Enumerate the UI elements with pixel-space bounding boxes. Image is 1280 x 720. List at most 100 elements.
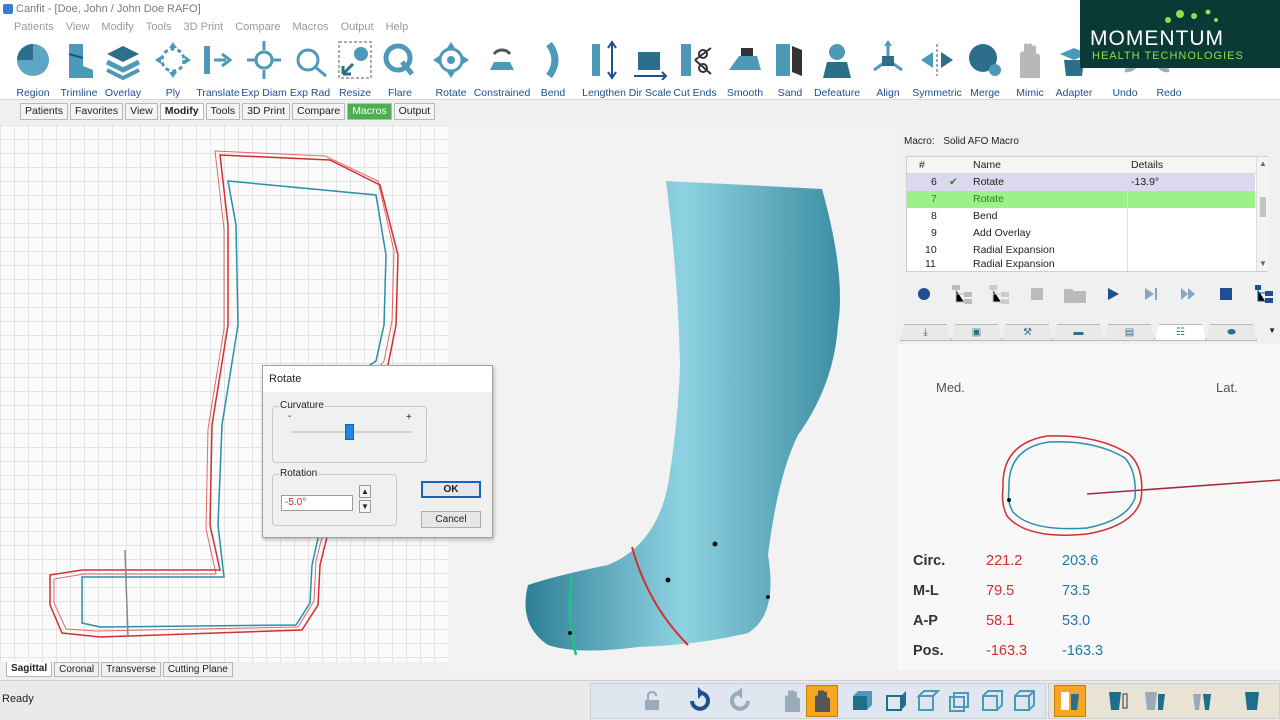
tab-output[interactable]: Output: [393, 103, 436, 120]
view-side-button[interactable]: [880, 685, 912, 717]
lock-button[interactable]: [636, 685, 668, 717]
menu-modify[interactable]: Modify: [95, 18, 139, 36]
tab-sagittal[interactable]: Sagittal: [6, 662, 53, 677]
defeature-tool-button[interactable]: Defeature: [814, 36, 860, 100]
tab-image[interactable]: ▣: [951, 324, 1002, 341]
menu-output[interactable]: Output: [335, 18, 380, 36]
menu-view[interactable]: View: [60, 18, 96, 36]
record-button[interactable]: [908, 278, 940, 310]
step-forward-button[interactable]: [1135, 278, 1167, 310]
macro-row[interactable]: 10 Radial Expansion: [907, 242, 1255, 259]
table-scrollbar[interactable]: ▲ ▼: [1256, 157, 1268, 271]
tab-tools[interactable]: ⚒: [1002, 324, 1053, 341]
macro-settings-button[interactable]: [1248, 278, 1280, 310]
exp-diam-tool-button[interactable]: Exp Diam: [241, 36, 287, 100]
ok-button[interactable]: OK: [421, 481, 481, 498]
tab-cutting-plane[interactable]: Cutting Plane: [162, 662, 233, 677]
macro-row[interactable]: 8 Bend: [907, 208, 1255, 225]
rotate-tool-button[interactable]: Rotate: [432, 36, 470, 100]
solid-view-button[interactable]: [1236, 685, 1268, 717]
mimic-tool-button[interactable]: Mimic: [1012, 36, 1048, 100]
macro-row[interactable]: 6 ✔ Rotate -13.9°: [907, 174, 1255, 191]
view-iso-button[interactable]: [1008, 685, 1040, 717]
shell-view-button[interactable]: [1100, 685, 1132, 717]
menu-compare[interactable]: Compare: [229, 18, 286, 36]
merge-tool-button[interactable]: Merge: [966, 36, 1004, 100]
rotate-cw-icon: [730, 687, 750, 711]
tab-landmark[interactable]: ⤓: [900, 324, 951, 341]
cross-section-view[interactable]: Med. Lat. Circ. 221.2 203.6 M-L 79.5 73.…: [897, 344, 1280, 670]
menu-tools[interactable]: Tools: [140, 18, 178, 36]
constrained-tool-button[interactable]: Constrained: [474, 36, 530, 100]
resize-tool-button[interactable]: Resize: [336, 36, 374, 100]
macro-row[interactable]: 9 Add Overlay: [907, 225, 1255, 242]
rotation-down-button[interactable]: ▼: [359, 500, 371, 513]
align-tool-button[interactable]: Align: [872, 36, 904, 100]
tab-transverse[interactable]: Transverse: [101, 662, 161, 677]
macro-row[interactable]: 11 Radial Expansion: [907, 259, 1255, 271]
cube-side-icon: [886, 691, 906, 711]
tab-section[interactable]: ⬬: [1206, 324, 1257, 341]
rotate-ccw-button[interactable]: [682, 685, 714, 717]
step-tree-button[interactable]: [946, 278, 978, 310]
rotate-cw-button[interactable]: [726, 685, 758, 717]
3d-model-view[interactable]: [448, 125, 894, 675]
tab-coronal[interactable]: Coronal: [54, 662, 100, 677]
smooth-tool-button[interactable]: Smooth: [726, 36, 764, 100]
tab-modify[interactable]: Modify: [159, 103, 204, 120]
cut-ends-tool-button[interactable]: Cut Ends: [673, 36, 717, 100]
open-folder-button[interactable]: [1059, 278, 1091, 310]
rotation-input[interactable]: -5.0°: [281, 495, 353, 511]
tab-3d-print[interactable]: 3D Print: [242, 103, 290, 120]
play-button[interactable]: [1097, 278, 1129, 310]
pan-button[interactable]: [776, 685, 808, 717]
exp-rad-tool-button[interactable]: Exp Rad: [290, 36, 330, 100]
overlay-tool-button[interactable]: Overlay: [104, 36, 142, 100]
region-tool-button[interactable]: Region: [14, 36, 52, 100]
menu-patients[interactable]: Patients: [8, 18, 60, 36]
tree-icon: [951, 285, 972, 304]
trimline-tool-button[interactable]: Trimline: [60, 36, 98, 100]
scroll-thumb[interactable]: [1260, 197, 1266, 217]
mold-view-button[interactable]: [1138, 685, 1170, 717]
tab-patients[interactable]: Patients: [20, 103, 68, 120]
macro-row-current[interactable]: 7 Rotate: [907, 191, 1255, 208]
translate-tool-button[interactable]: Translate: [196, 36, 240, 100]
step-tree-alt-button[interactable]: [984, 278, 1016, 310]
tab-box[interactable]: ▬: [1053, 324, 1104, 341]
overlay-view-button[interactable]: [1186, 685, 1218, 717]
tab-compare[interactable]: Compare: [292, 103, 346, 120]
sand-tool-button[interactable]: Sand: [774, 36, 806, 100]
display-mode-active-button[interactable]: [1054, 685, 1086, 717]
fast-forward-button[interactable]: [1173, 278, 1205, 310]
view-front-button[interactable]: [846, 685, 878, 717]
stop-disabled-button[interactable]: [1021, 278, 1053, 310]
overlay-icon: [105, 46, 141, 80]
rotation-up-button[interactable]: ▲: [359, 485, 371, 498]
menu-macros[interactable]: Macros: [287, 18, 335, 36]
view-top-button[interactable]: [912, 685, 944, 717]
cancel-button[interactable]: Cancel: [421, 511, 481, 528]
menu-help[interactable]: Help: [380, 18, 415, 36]
lengthen-tool-button[interactable]: Lengthen: [582, 36, 626, 100]
display-mode-icon: [1061, 692, 1079, 710]
tab-favorites[interactable]: Favorites: [69, 103, 124, 120]
select-hand-button[interactable]: [806, 685, 838, 717]
dir-scale-tool-button[interactable]: Dir Scale: [629, 36, 671, 100]
stop-button[interactable]: [1210, 278, 1242, 310]
tab-macro-active[interactable]: ☷: [1155, 324, 1206, 341]
ply-tool-button[interactable]: Ply: [154, 36, 192, 100]
curvature-slider-thumb[interactable]: [345, 424, 354, 440]
tab-view[interactable]: View: [125, 103, 158, 120]
menu-3d-print[interactable]: 3D Print: [178, 18, 230, 36]
tabs-dropdown-icon[interactable]: ▼: [1268, 326, 1276, 335]
view-left-button[interactable]: [976, 685, 1008, 717]
view-back-button[interactable]: [944, 685, 976, 717]
tab-tools[interactable]: Tools: [205, 103, 241, 120]
flare-tool-button[interactable]: Flare: [382, 36, 418, 100]
tab-macros[interactable]: Macros: [347, 103, 392, 120]
curvature-group: Curvature - +: [272, 400, 427, 463]
bend-tool-button[interactable]: Bend: [536, 36, 570, 100]
symmetric-tool-button[interactable]: Symmetric: [912, 36, 962, 100]
tab-container[interactable]: ▤: [1104, 324, 1155, 341]
